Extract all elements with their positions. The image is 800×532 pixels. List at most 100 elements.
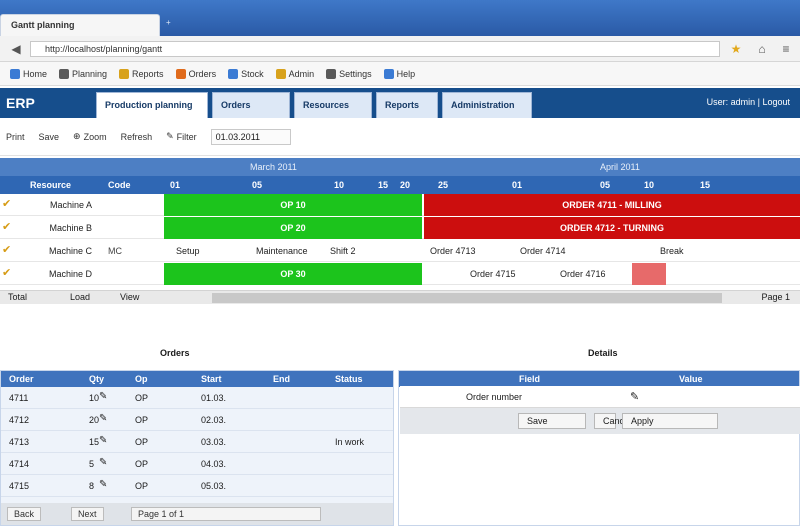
bookmark-item[interactable]: Help bbox=[380, 68, 420, 79]
gantt-header-cell: 01 bbox=[170, 180, 181, 190]
bookmark-icon bbox=[275, 68, 286, 79]
apply-details-button[interactable]: Apply bbox=[622, 413, 718, 429]
gantt-bar-scheduled[interactable]: OP 20 bbox=[164, 217, 422, 239]
orders-cell: 10 bbox=[89, 393, 100, 403]
gantt-header-cell: 15 bbox=[378, 180, 389, 190]
orders-table-header: Order Qty Op Start End Status bbox=[1, 371, 393, 387]
details-form: Order number ✎ Save Cancel Apply bbox=[400, 386, 800, 434]
edit-icon[interactable]: ✎ bbox=[99, 457, 107, 468]
orders-row[interactable]: 4712 20 OP 02.03. ✎ bbox=[1, 409, 393, 431]
gantt-row[interactable]: ✔ Machine D OP 30 Order 4715 Order 4716 bbox=[0, 263, 800, 285]
gantt-header-cell: 10 bbox=[334, 180, 345, 190]
next-button[interactable]: Next bbox=[71, 507, 104, 521]
gantt-bar-scheduled[interactable]: OP 30 bbox=[164, 263, 422, 285]
orders-header-cell[interactable]: Status bbox=[335, 374, 363, 384]
orders-cell: 4715 bbox=[9, 481, 30, 491]
gantt-bar-blocked[interactable] bbox=[632, 263, 666, 285]
gantt-cell-text: Order 4716 bbox=[560, 269, 606, 279]
month-label-left: March 2011 bbox=[250, 162, 297, 172]
orders-cell: 5 bbox=[89, 459, 95, 469]
bookmark-item[interactable]: Admin bbox=[272, 68, 319, 79]
edit-icon[interactable]: ✎ bbox=[99, 435, 107, 446]
check-icon: ✔ bbox=[2, 221, 12, 233]
gantt-header-cell: 25 bbox=[438, 180, 449, 190]
orders-cell: OP bbox=[135, 481, 149, 491]
orders-header-cell[interactable]: Op bbox=[135, 374, 148, 384]
orders-cell: 04.03. bbox=[201, 459, 227, 469]
gantt-cell-text: Maintenance bbox=[256, 246, 308, 256]
gantt-chart: March 2011 April 2011 Resource Code 01 05 10… bbox=[0, 158, 800, 308]
bookmark-item[interactable]: Reports bbox=[115, 68, 168, 79]
save-details-button[interactable]: Save bbox=[518, 413, 586, 429]
orders-cell: 02.03. bbox=[201, 415, 227, 425]
tab-reports[interactable]: Reports bbox=[376, 92, 438, 118]
gantt-bar-late[interactable]: ORDER 4712 - TURNING bbox=[424, 217, 800, 239]
cancel-details-button[interactable]: Cancel bbox=[594, 413, 631, 429]
tab-orders[interactable]: Orders bbox=[212, 92, 290, 118]
gantt-cell-text: Order 4714 bbox=[520, 246, 566, 256]
gantt-row[interactable]: ✔ Machine B OP 20 ORDER 4712 - TURNING bbox=[0, 217, 800, 239]
orders-cell: 05.03. bbox=[201, 481, 227, 491]
scroll-label: View bbox=[120, 292, 140, 302]
resource-name: Machine C bbox=[48, 246, 92, 256]
orders-cell: 03.03. bbox=[201, 437, 227, 447]
gantt-row[interactable]: ✔ Machine A OP 10 ORDER 4711 - MILLING bbox=[0, 194, 800, 216]
edit-icon[interactable]: ✎ bbox=[99, 391, 107, 402]
menu-icon[interactable]: ≡ bbox=[778, 41, 794, 57]
url-input[interactable]: http://localhost/planning/gantt bbox=[30, 41, 720, 57]
bookmark-icon bbox=[59, 68, 70, 79]
orders-cell: 15 bbox=[89, 437, 100, 447]
edit-icon[interactable]: ✎ bbox=[99, 479, 107, 490]
new-tab-button[interactable]: + bbox=[166, 18, 190, 32]
tab-administration[interactable]: Administration bbox=[442, 92, 532, 118]
bookmark-icon bbox=[383, 68, 394, 79]
orders-cell: 4713 bbox=[9, 437, 30, 447]
gantt-row[interactable]: ✔ Machine C MC Setup Maintenance Shift 2 Order… bbox=[0, 240, 800, 262]
bookmark-item[interactable]: Planning bbox=[55, 68, 111, 79]
month-label-right: April 2011 bbox=[600, 162, 640, 172]
zoom-button[interactable]: ⊕ Zoom bbox=[73, 131, 107, 142]
back-icon[interactable]: ◀ bbox=[8, 41, 24, 57]
bookmark-item[interactable]: Stock bbox=[224, 68, 268, 79]
tab-production-planning[interactable]: Production planning bbox=[96, 92, 208, 118]
edit-icon[interactable]: ✎ bbox=[99, 413, 107, 424]
gantt-bar-scheduled[interactable]: OP 10 bbox=[164, 194, 422, 216]
browser-tab[interactable]: Gantt planning bbox=[0, 14, 160, 36]
orders-pager: Back Next Page 1 of 1 bbox=[1, 503, 393, 525]
star-icon[interactable]: ★ bbox=[728, 41, 744, 57]
user-info[interactable]: User: admin | Logout bbox=[707, 97, 790, 107]
bookmark-item[interactable]: Settings bbox=[322, 68, 376, 79]
orders-row[interactable]: 4713 15 OP 03.03. In work ✎ bbox=[1, 431, 393, 453]
orders-header-cell[interactable]: Qty bbox=[89, 374, 104, 384]
orders-row[interactable]: 4711 10 OP 01.03. ✎ bbox=[1, 387, 393, 409]
back-button[interactable]: Back bbox=[7, 507, 42, 521]
orders-cell: OP bbox=[135, 415, 149, 425]
bookmark-item[interactable]: Orders bbox=[172, 68, 221, 79]
orders-header-cell[interactable]: Order bbox=[9, 374, 34, 384]
bookmark-item[interactable]: Home bbox=[6, 68, 51, 79]
gantt-header-cell: 01 bbox=[512, 180, 523, 190]
edit-icon[interactable]: ✎ bbox=[630, 390, 639, 403]
filter-button[interactable]: ✎ Filter bbox=[166, 131, 197, 142]
gantt-horizontal-scrollbar[interactable]: Total Load View Page 1 bbox=[0, 290, 800, 304]
orders-cell: 8 bbox=[89, 481, 95, 491]
bookmark-icon bbox=[326, 68, 337, 79]
orders-cell: 4711 bbox=[9, 393, 29, 403]
tab-resources[interactable]: Resources bbox=[294, 92, 372, 118]
date-field[interactable]: 01.03.2011 bbox=[210, 128, 291, 145]
gantt-header-cell: 05 bbox=[600, 180, 611, 190]
gantt-cell-text: Order 4715 bbox=[470, 269, 516, 279]
check-icon: ✔ bbox=[2, 198, 12, 210]
print-button[interactable]: Print bbox=[6, 132, 25, 142]
orders-header-cell[interactable]: End bbox=[273, 374, 290, 384]
save-button[interactable]: Save bbox=[39, 132, 60, 142]
home-icon[interactable]: ⌂ bbox=[754, 41, 770, 57]
gantt-bar-late[interactable]: ORDER 4711 - MILLING bbox=[424, 194, 800, 216]
orders-row[interactable]: 4714 5 OP 04.03. ✎ bbox=[1, 453, 393, 475]
refresh-button[interactable]: Refresh bbox=[121, 132, 153, 142]
orders-cell: In work bbox=[335, 437, 365, 447]
scrollbar-thumb[interactable] bbox=[212, 293, 722, 303]
orders-header-cell[interactable]: Start bbox=[201, 374, 222, 384]
orders-cell: 4714 bbox=[9, 459, 30, 469]
orders-row[interactable]: 4715 8 OP 05.03. ✎ bbox=[1, 475, 393, 497]
